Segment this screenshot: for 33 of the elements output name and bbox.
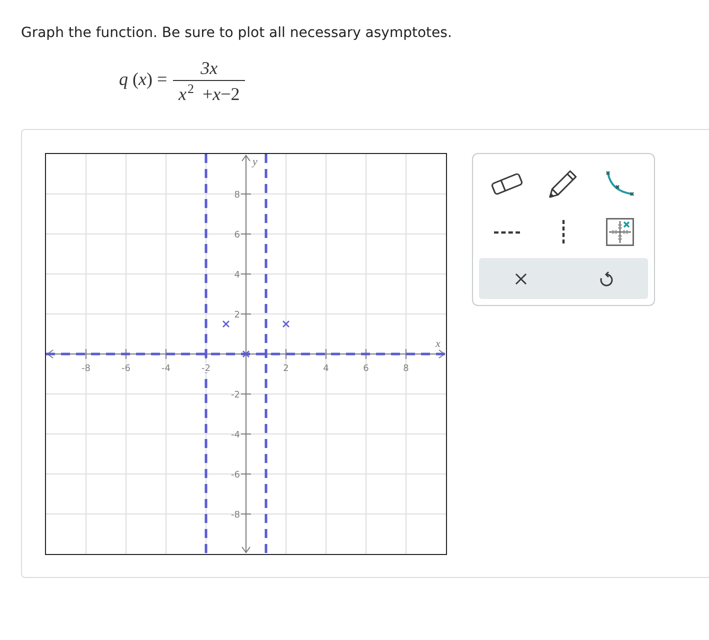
y-axis-label: y	[252, 156, 258, 168]
grid-point-icon	[606, 218, 634, 246]
y-tick-label: -4	[231, 430, 240, 440]
y-tick-label: -8	[231, 510, 240, 520]
denominator: x$^{2}$ +x−2	[177, 83, 241, 105]
horizontal-asymptote[interactable]	[46, 352, 446, 356]
x-axis-label: x	[436, 338, 440, 350]
undo-icon	[598, 270, 613, 286]
y-tick-label: 4	[234, 270, 240, 280]
x-tick-label: 4	[323, 364, 329, 374]
x-tick-label: -4	[162, 364, 170, 374]
vertical-asymptote[interactable]	[264, 154, 268, 554]
x-tick-label: -8	[82, 364, 90, 374]
instruction-text: Graph the function. Be sure to plot all necessary asymptotes.	[21, 24, 453, 42]
dashed-vertical-line-icon	[562, 220, 565, 244]
pencil-icon	[549, 170, 578, 198]
y-tick-label: 6	[234, 230, 240, 240]
plotted-point[interactable]	[222, 320, 230, 328]
x-tick-label: -6	[122, 364, 130, 374]
y-tick-label: -6	[231, 470, 240, 480]
close-icon	[515, 272, 528, 284]
y-tick-label: 8	[234, 190, 240, 200]
dashed-horizontal-line-icon	[494, 230, 520, 234]
function-name: q (x) =	[119, 68, 168, 90]
numerator: 3x	[200, 57, 219, 79]
y-tick-label: 2	[234, 310, 240, 320]
x-tick-label: 8	[403, 364, 409, 374]
plotted-point[interactable]	[242, 350, 250, 358]
plotted-point[interactable]	[282, 320, 290, 328]
y-tick-label: -2	[231, 390, 240, 400]
x-tick-label: 6	[363, 364, 369, 374]
curve-icon	[604, 170, 635, 198]
x-tick-label: 2	[283, 364, 289, 374]
